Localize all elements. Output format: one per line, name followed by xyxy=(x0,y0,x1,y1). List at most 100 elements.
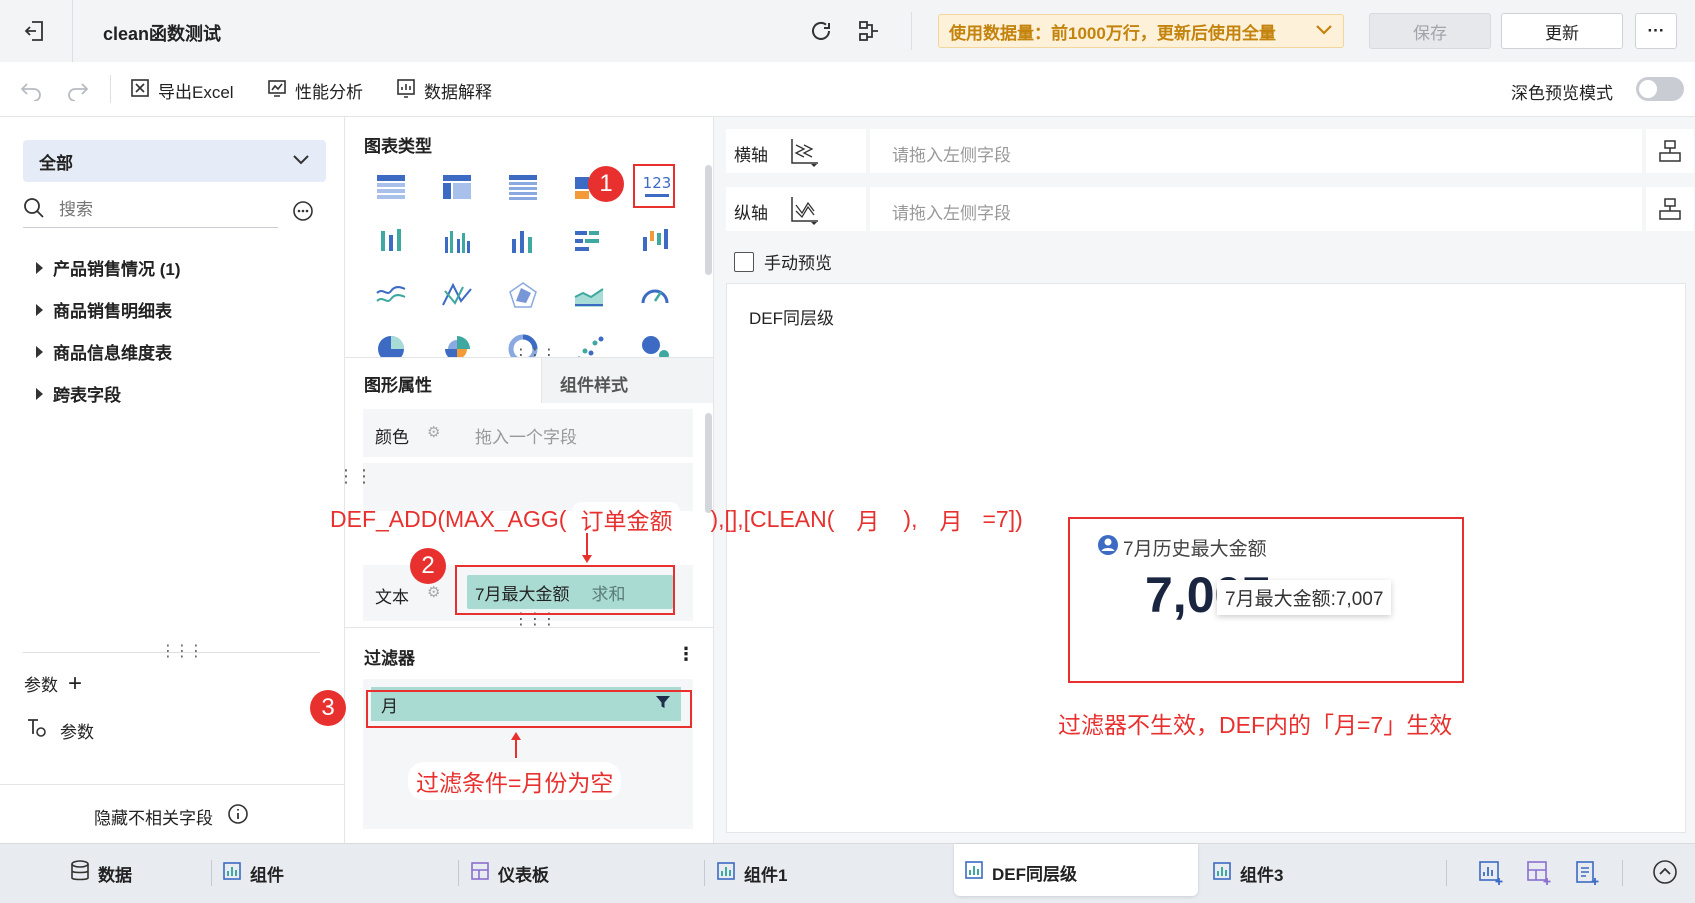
formula-part: ),[],[CLEAN( xyxy=(710,505,835,532)
tab-dashboard[interactable]: 仪表板 xyxy=(470,844,549,903)
tab-label: 组件 xyxy=(250,866,284,885)
refresh-icon[interactable] xyxy=(809,19,833,43)
export-excel-label: 导出Excel xyxy=(158,83,234,102)
color-drop-placeholder[interactable]: 拖入一个字段 xyxy=(475,423,577,448)
dark-mode-toggle[interactable] xyxy=(1636,77,1684,101)
tab-component-style[interactable]: 组件样式 xyxy=(541,358,713,403)
param-item[interactable]: 参数 xyxy=(26,717,94,744)
settings-icon[interactable]: ⚙ xyxy=(427,423,440,441)
tree-item-label: 商品信息维度表 xyxy=(53,344,172,363)
table-chart-icon[interactable] xyxy=(375,173,407,201)
bottom-tab-bar: 数据 组件 仪表板 组件1 DEF同层级 组件3 xyxy=(0,843,1695,903)
tab-data[interactable]: 数据 xyxy=(70,844,132,903)
tree-item-sales-detail[interactable]: 商品销售明细表 xyxy=(36,297,172,322)
dark-mode-label: 深色预览模式 xyxy=(1511,84,1613,103)
y-axis-hierarchy-icon[interactable] xyxy=(1646,187,1694,231)
chart-type-title: 图表类型 xyxy=(364,137,432,156)
radar-line-icon[interactable] xyxy=(441,281,473,309)
grouped-bar-icon[interactable] xyxy=(375,227,407,255)
redo-icon[interactable] xyxy=(66,77,90,106)
divider xyxy=(1446,860,1447,886)
scrollbar[interactable] xyxy=(705,413,712,513)
tree-item-product-sales[interactable]: 产品销售情况 (1) xyxy=(36,255,181,280)
formula-part: 月 xyxy=(939,508,963,534)
tab-def-same-level[interactable]: DEF同层级 xyxy=(954,844,1198,896)
resize-handle[interactable]: ⋮⋮⋮ xyxy=(160,641,204,661)
x-axis-type-icon[interactable] xyxy=(788,137,822,172)
component-icon xyxy=(716,861,736,886)
x-axis-drop-zone[interactable]: 请拖入左侧字段 xyxy=(870,129,1642,173)
dashboard-icon xyxy=(470,861,490,886)
more-button[interactable]: ··· xyxy=(1635,13,1677,49)
toolbar: 导出Excel 性能分析 数据解释 深色预览模式 xyxy=(0,62,1695,117)
field-panel: 全部 产品销售情况 (1) 商品销售明细表 商品信息维度表 跨表字段 ⋮⋮⋮ 参… xyxy=(0,117,345,843)
gauge-icon[interactable] xyxy=(639,281,671,309)
checkbox-box[interactable] xyxy=(734,251,754,272)
formula-part: ), xyxy=(903,505,918,532)
formula-field-text: 订单金额 xyxy=(580,508,673,534)
annotation-badge-3: 3 xyxy=(310,690,346,726)
tab-label: 数据 xyxy=(98,866,132,885)
exit-icon[interactable] xyxy=(22,18,48,44)
tree-item-cross-table[interactable]: 跨表字段 xyxy=(36,381,121,406)
divider xyxy=(911,12,912,50)
data-usage-dropdown[interactable]: 使用数据量：前1000万行，更新后使用全量 xyxy=(938,14,1344,48)
tab-component3[interactable]: 组件3 xyxy=(1212,844,1283,903)
chart-config-panel: 图表类型 123 ⋮⋮⋮ 图形属性 组件样式 颜色 ⚙ 拖入一个字段 文本 ⚙ … xyxy=(345,117,714,843)
formula-field-bubble: 订单金额 xyxy=(572,502,681,536)
lineage-icon[interactable] xyxy=(857,19,881,43)
table-dropdown[interactable]: 全部 xyxy=(23,140,326,182)
detail-table-icon[interactable] xyxy=(507,173,539,201)
y-axis-type-icon[interactable] xyxy=(788,195,822,230)
manual-preview-checkbox[interactable]: 手动预览 xyxy=(734,249,832,274)
caret-right-icon xyxy=(36,387,43,400)
bar-chart-icon[interactable] xyxy=(507,227,539,255)
component-icon xyxy=(1212,861,1232,886)
info-icon[interactable] xyxy=(227,803,249,830)
tab-component1[interactable]: 组件1 xyxy=(716,844,787,903)
waterfall-icon[interactable] xyxy=(639,227,671,255)
search-input[interactable] xyxy=(57,199,261,221)
add-component-icon[interactable] xyxy=(1478,860,1504,891)
tree-item-product-dim[interactable]: 商品信息维度表 xyxy=(36,339,172,364)
more-options-icon[interactable] xyxy=(292,200,314,227)
highlight-kpi-type xyxy=(633,164,675,208)
y-axis-label: 纵轴 xyxy=(734,204,768,223)
resize-handle[interactable]: ⋮⋮ xyxy=(337,466,373,487)
y-axis-drop-zone[interactable]: 请拖入左侧字段 xyxy=(870,187,1642,231)
scrollbar[interactable] xyxy=(705,165,712,275)
multi-bar-icon[interactable] xyxy=(441,227,473,255)
performance-analysis-button[interactable]: 性能分析 xyxy=(267,78,363,103)
update-button[interactable]: 更新 xyxy=(1501,13,1623,49)
y-axis-row: 纵轴 请拖入左侧字段 xyxy=(726,187,1694,231)
tab-component[interactable]: 组件 xyxy=(222,844,284,903)
add-dashboard-icon[interactable] xyxy=(1526,860,1552,891)
data-usage-text: 使用数据量：前1000万行，更新后使用全量 xyxy=(949,23,1276,43)
formula-part: DEF_ADD(MAX_AGG( xyxy=(330,505,567,532)
export-excel-button[interactable]: 导出Excel xyxy=(130,78,234,103)
collapse-up-icon[interactable] xyxy=(1652,859,1678,890)
undo-icon[interactable] xyxy=(19,77,43,106)
tab-label: 组件3 xyxy=(1240,866,1284,885)
radar-chart-icon[interactable] xyxy=(507,281,539,309)
cross-table-icon[interactable] xyxy=(441,173,473,201)
filter-more-icon[interactable]: ⋮ xyxy=(677,644,695,665)
tab-graph-properties[interactable]: 图形属性 xyxy=(345,358,541,403)
data-explain-button[interactable]: 数据解释 xyxy=(396,78,492,103)
area-chart-icon[interactable] xyxy=(573,281,605,309)
horizontal-bar-icon[interactable] xyxy=(573,227,605,255)
add-param-icon[interactable]: + xyxy=(68,671,82,695)
field-search[interactable] xyxy=(23,193,278,228)
settings-icon[interactable]: ⚙ xyxy=(427,583,440,601)
divider xyxy=(23,652,320,653)
line-chart-icon[interactable] xyxy=(375,281,407,309)
axis-label-cell: 纵轴 xyxy=(726,187,866,231)
filter-title: 过滤器 xyxy=(364,649,415,668)
add-report-icon[interactable] xyxy=(1574,860,1600,891)
formula-annotation: DEF_ADD(MAX_AGG( 订单金额 ),[],[CLEAN( 月 ), … xyxy=(330,502,1023,536)
save-button[interactable]: 保存 xyxy=(1369,13,1491,49)
hide-irrelevant-fields[interactable]: 隐藏不相关字段 xyxy=(94,803,249,830)
data-explain-label: 数据解释 xyxy=(424,83,492,102)
x-axis-hierarchy-icon[interactable] xyxy=(1646,129,1694,173)
divider xyxy=(458,860,459,886)
